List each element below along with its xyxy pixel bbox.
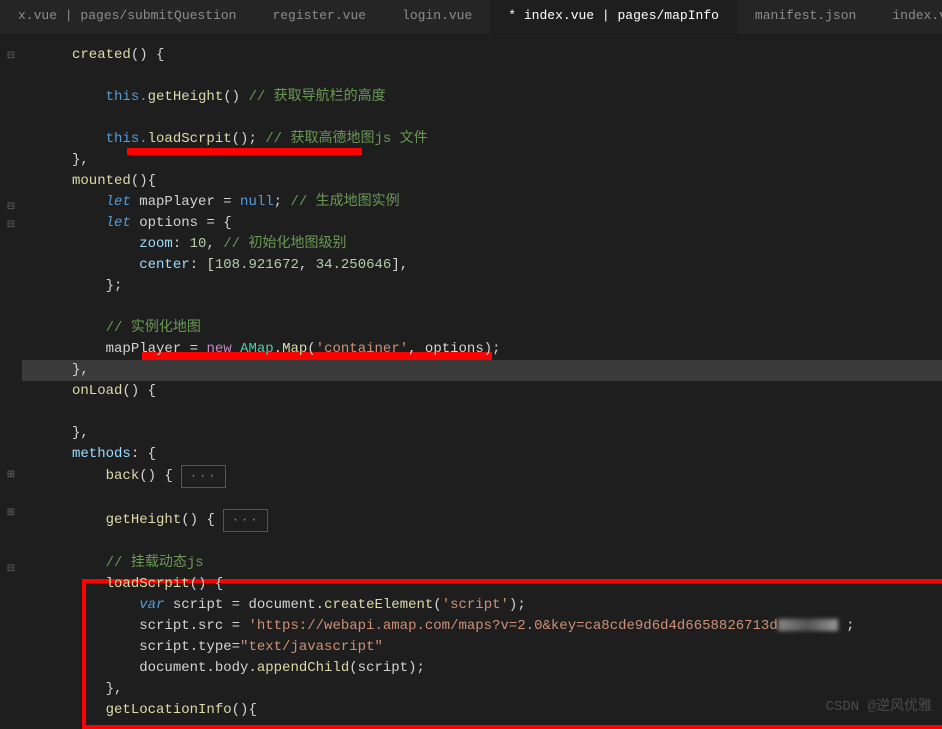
- code-text: },: [72, 362, 89, 378]
- code-area[interactable]: created() { this.getHeight() // 获取导航栏的高度…: [22, 35, 942, 723]
- code-text: appendChild: [257, 660, 349, 676]
- code-text: () {: [181, 512, 215, 528]
- code-comment: // 挂载动态js: [106, 555, 204, 571]
- code-comment: // 获取高德地图js 文件: [257, 131, 428, 147]
- code-text: (: [433, 597, 441, 613]
- code-text: getLocationInfo: [106, 702, 232, 718]
- code-text: },: [72, 152, 89, 168]
- code-text: ,: [299, 257, 316, 273]
- code-text: );: [509, 597, 526, 613]
- code-text: script.type=: [139, 639, 240, 655]
- tab-login[interactable]: login.vue: [384, 0, 490, 34]
- code-text: document.body.: [139, 660, 257, 676]
- fold-icon[interactable]: ⊟: [4, 218, 18, 232]
- code-text: back: [106, 468, 140, 484]
- tab-submit-question[interactable]: x.vue | pages/submitQuestion: [0, 0, 254, 34]
- code-text: script.src =: [139, 618, 248, 634]
- code-text: ;: [274, 194, 282, 210]
- code-text: mounted: [72, 173, 131, 189]
- editor-area: ⊟ ⊟ ⊟ ⊞ ⊞ ⊟ created() { this.getHeight()…: [0, 35, 942, 723]
- current-line-highlight: [22, 360, 942, 381]
- code-string: 'script': [442, 597, 509, 613]
- code-text: onLoad: [72, 383, 122, 399]
- code-text: (: [307, 341, 315, 357]
- code-number: 108.921672: [215, 257, 299, 273]
- code-number: 34.250646: [316, 257, 392, 273]
- fold-icon[interactable]: ⊟: [4, 562, 18, 576]
- code-comment: // 实例化地图: [106, 320, 201, 336]
- watermark: CSDN @逆风优雅: [826, 695, 932, 715]
- tab-index-mapinfo[interactable]: * index.vue | pages/mapInfo: [490, 0, 737, 34]
- code-text: options = {: [131, 215, 232, 231]
- code-text: mapPlayer =: [106, 341, 207, 357]
- code-text: :: [173, 236, 190, 252]
- code-text: (): [223, 89, 240, 105]
- code-text: loadScrpit: [106, 576, 190, 592]
- code-text: created: [72, 47, 131, 63]
- code-text: methods: [72, 446, 131, 462]
- code-keyword: let: [106, 194, 131, 210]
- code-text: script = document.: [164, 597, 324, 613]
- code-text: [232, 341, 240, 357]
- fold-icon[interactable]: ⊟: [4, 200, 18, 214]
- code-text: : {: [131, 446, 156, 462]
- code-string: "text/javascript": [240, 639, 383, 655]
- code-text: createElement: [324, 597, 433, 613]
- code-text: (script);: [349, 660, 425, 676]
- fold-icon[interactable]: ⊟: [4, 49, 18, 63]
- tab-bar: x.vue | pages/submitQuestion register.vu…: [0, 0, 942, 35]
- code-text: };: [106, 278, 123, 294]
- code-text: center: [139, 257, 189, 273]
- code-text: : [: [190, 257, 215, 273]
- fold-icon[interactable]: ⊞: [4, 506, 18, 520]
- code-number: 10: [190, 236, 207, 252]
- collapsed-indicator[interactable]: ···: [223, 509, 269, 532]
- code-string: 'https://webapi.amap.com/maps?v=2.0&key=…: [248, 618, 777, 634]
- blurred-text: [778, 619, 838, 631]
- code-text: getHeight: [106, 512, 182, 528]
- code-text: this.: [106, 89, 148, 105]
- code-text: zoom: [139, 236, 173, 252]
- gutter: ⊟ ⊟ ⊟ ⊞ ⊞ ⊟: [0, 35, 22, 723]
- code-text: ],: [391, 257, 408, 273]
- tab-register[interactable]: register.vue: [254, 0, 384, 34]
- code-text: ;: [838, 618, 855, 634]
- code-keyword: null: [240, 194, 274, 210]
- code-text: () {: [139, 468, 173, 484]
- code-text: () {: [122, 383, 156, 399]
- code-keyword: let: [106, 215, 131, 231]
- fold-icon[interactable]: ⊞: [4, 468, 18, 482]
- code-text: Map: [282, 341, 307, 357]
- code-comment: // 获取导航栏的高度: [240, 89, 386, 105]
- code-text: () {: [190, 576, 224, 592]
- code-text: (){: [131, 173, 156, 189]
- code-text: .: [274, 341, 282, 357]
- code-text: , options);: [408, 341, 500, 357]
- code-text: this.: [106, 131, 148, 147]
- tab-manifest[interactable]: manifest.json: [737, 0, 874, 34]
- code-text: (){: [232, 702, 257, 718]
- collapsed-indicator[interactable]: ···: [181, 465, 227, 488]
- code-string: 'container': [316, 341, 408, 357]
- code-text: ();: [232, 131, 257, 147]
- code-keyword: new: [206, 341, 231, 357]
- code-text: AMap: [240, 341, 274, 357]
- code-text: mapPlayer =: [131, 194, 240, 210]
- tab-index-pages[interactable]: index.vue | pag: [874, 0, 942, 34]
- code-comment: // 初始化地图级别: [215, 236, 347, 252]
- code-keyword: var: [139, 597, 164, 613]
- code-comment: // 生成地图实例: [282, 194, 400, 210]
- code-text: ,: [206, 236, 214, 252]
- code-text: () {: [131, 47, 165, 63]
- code-text: getHeight: [148, 89, 224, 105]
- code-text: loadScrpit: [148, 131, 232, 147]
- code-text: },: [106, 681, 123, 697]
- code-text: },: [72, 425, 89, 441]
